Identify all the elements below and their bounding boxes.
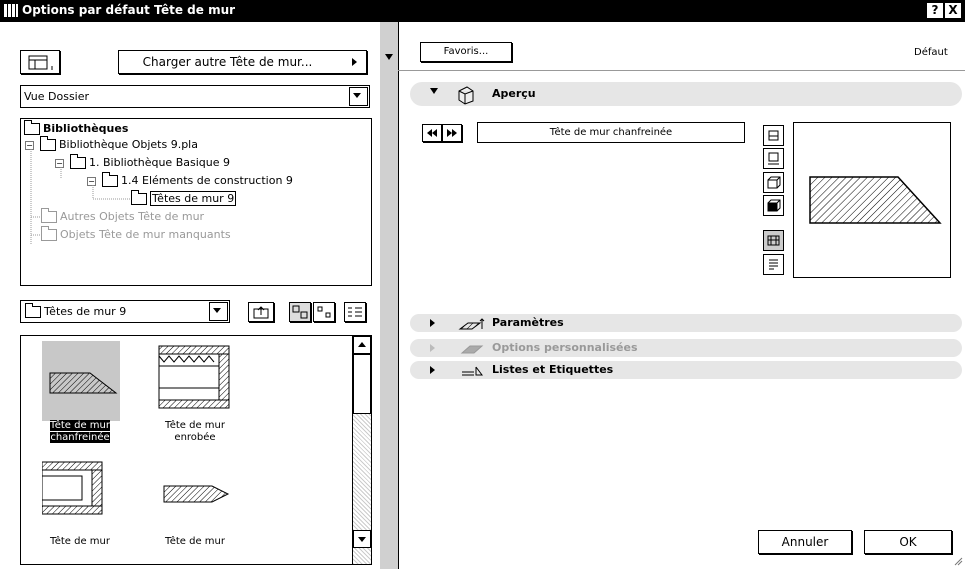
library-view-button[interactable]	[20, 50, 60, 74]
expand-arrow-icon	[430, 344, 435, 352]
folder-icon	[25, 303, 41, 318]
chamfered-wall-end-icon	[49, 372, 118, 394]
resize-grip-icon[interactable]	[953, 556, 963, 566]
preview-2d-icon[interactable]	[763, 125, 784, 146]
preview-shaded-icon[interactable]	[763, 195, 784, 216]
folder-select-value: Têtes de mur 9	[44, 305, 127, 318]
preview-pane	[793, 122, 951, 278]
parameters-icon	[458, 318, 485, 330]
expand-arrow-icon	[430, 88, 438, 94]
scroll-thumb[interactable]	[353, 354, 371, 414]
preview-3d-icon[interactable]	[763, 172, 784, 193]
ok-button[interactable]: OK	[864, 530, 952, 554]
nav-prev-button[interactable]	[422, 124, 442, 142]
library-view-icon	[28, 55, 53, 70]
preview-list-icon[interactable]	[763, 254, 784, 275]
object-label: Tête de mur	[165, 536, 225, 547]
expand-arrow-icon	[430, 319, 435, 327]
dropdown-arrow-icon	[209, 302, 228, 321]
preview-plan-icon[interactable]	[763, 148, 784, 169]
object-label: Tête de mur	[50, 536, 110, 547]
view-select-value: Vue Dossier	[24, 90, 90, 103]
view-select[interactable]: Vue Dossier	[20, 85, 370, 108]
folder-up-button[interactable]	[248, 302, 274, 322]
preview-elevation-icon[interactable]	[763, 230, 784, 251]
custom-options-icon	[460, 345, 484, 354]
object-thumb-4[interactable]	[156, 466, 234, 526]
object-label: Tête de mur enrobée	[165, 420, 225, 443]
pointed-wall-end-icon	[163, 485, 230, 503]
preview-section-header[interactable]: Aperçu	[410, 82, 962, 106]
folder-select[interactable]: Têtes de mur 9	[20, 300, 230, 323]
dropdown-arrow-icon	[349, 87, 368, 106]
load-other-button[interactable]: Charger autre Tête de mur...	[118, 50, 367, 74]
expand-arrow-icon	[430, 366, 435, 374]
load-other-label: Charger autre Tête de mur...	[142, 55, 313, 69]
lists-labels-icon	[462, 366, 483, 376]
favorites-button[interactable]: Favoris...	[420, 42, 512, 62]
tree-item-wall-ends[interactable]: Têtes de mur 9	[131, 190, 237, 206]
scroll-down-button[interactable]	[353, 530, 371, 548]
nav-next-icon	[447, 129, 457, 137]
panel-splitter[interactable]	[380, 22, 398, 569]
coated-wall-end-icon	[158, 345, 230, 409]
object-name-field[interactable]: Tête de mur chanfreinée	[477, 122, 745, 143]
section-lists-labels[interactable]: Listes et Etiquettes	[410, 361, 962, 379]
object-thumb-chamfered[interactable]	[42, 341, 120, 421]
list-view-icon[interactable]	[344, 302, 366, 322]
app-icon	[4, 4, 18, 17]
object-grid-scrollbar[interactable]	[352, 336, 371, 564]
nav-next-button[interactable]	[442, 124, 462, 142]
folder-tree[interactable]: Bibliothèques − Bibliothèque Objets 9.pla…	[20, 118, 372, 286]
object-thumb-3[interactable]	[41, 456, 120, 528]
section-custom-options: Options personnalisées	[410, 339, 962, 357]
section-parameters[interactable]: Paramètres	[410, 314, 962, 332]
title-bar[interactable]: Options par défaut Tête de mur ? X	[0, 0, 965, 22]
object-label: Tête de mur chanfreinée	[50, 420, 110, 443]
collapse-arrow-icon[interactable]	[385, 54, 393, 60]
object-grid[interactable]: Tête de mur chanfreinée Tête de mur enrobé…	[20, 335, 372, 565]
nav-prev-icon	[427, 129, 437, 137]
help-button[interactable]: ?	[927, 3, 943, 18]
small-icons-view[interactable]	[313, 302, 335, 322]
preview-object-icon	[458, 86, 474, 105]
tree-lines	[30, 149, 131, 244]
object-thumb-coated[interactable]	[156, 341, 234, 421]
wall-end-icon	[41, 461, 103, 515]
folder-up-icon	[253, 306, 269, 319]
submenu-arrow-icon	[352, 58, 357, 66]
default-label: Défaut	[914, 47, 948, 58]
window-title: Options par défaut Tête de mur	[22, 3, 236, 17]
close-button[interactable]: X	[945, 3, 961, 18]
chamfered-wall-end-preview	[809, 176, 942, 224]
large-icons-view[interactable]	[289, 302, 311, 322]
scroll-up-button[interactable]	[353, 336, 371, 354]
cancel-button[interactable]: Annuler	[758, 530, 852, 554]
